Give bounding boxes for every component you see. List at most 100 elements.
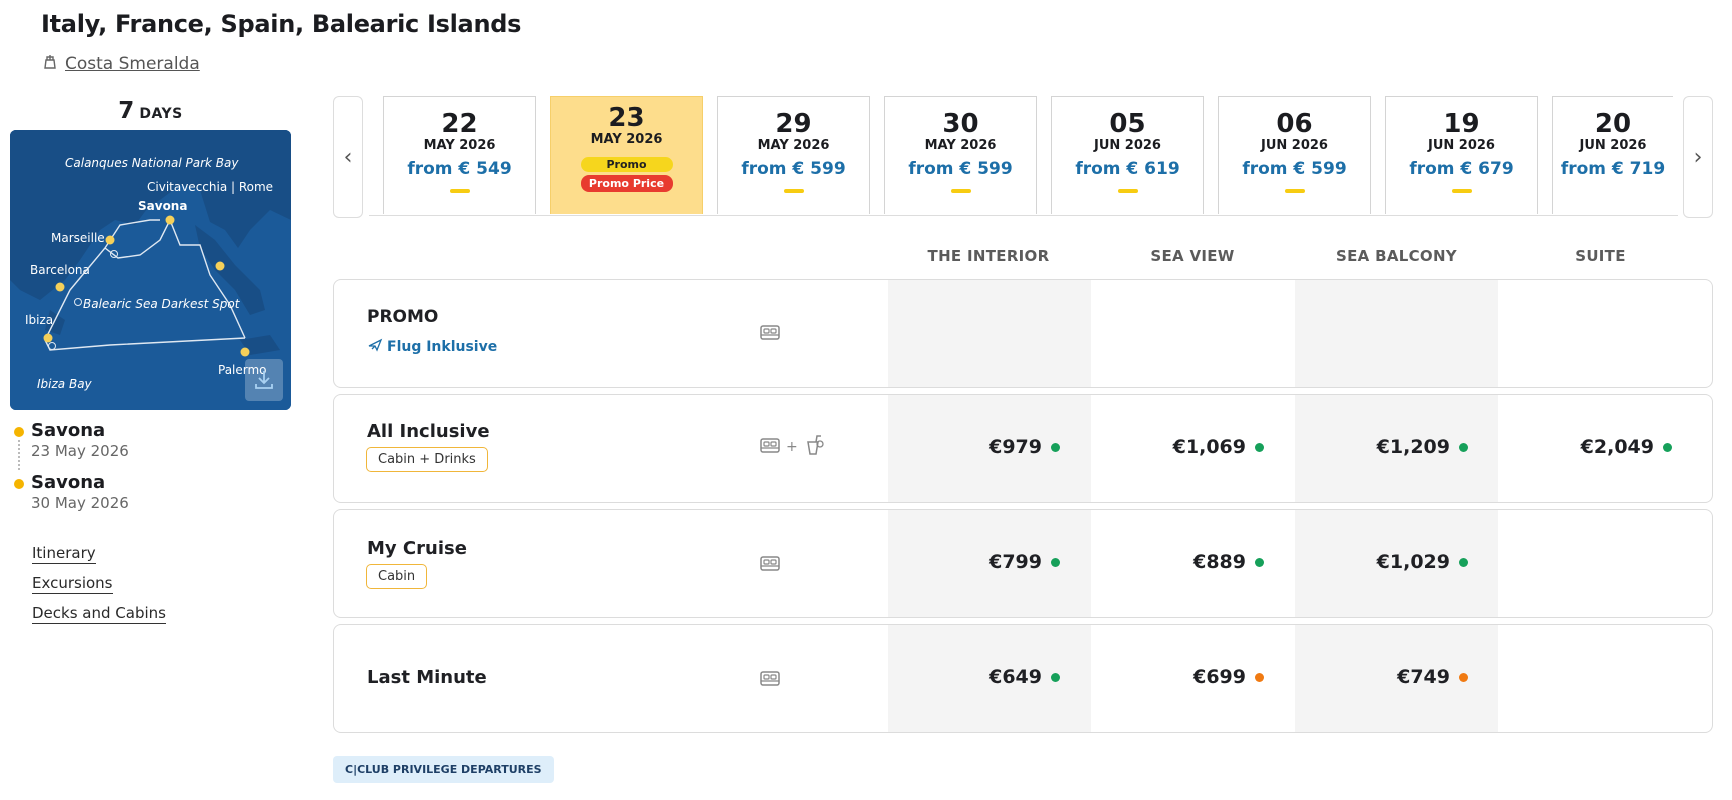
- price-sea-balcony[interactable]: €1,209: [1268, 436, 1468, 458]
- fare-row-my-cruise[interactable]: My Cruise Cabin €799 €889 €1,029: [333, 509, 1713, 618]
- date-card[interactable]: 22 MAY 2026 from € 549: [383, 96, 536, 214]
- availability-bar: [1284, 189, 1305, 193]
- price-interior[interactable]: €649: [860, 666, 1060, 688]
- ship-icon: [41, 52, 59, 75]
- date-from-price: from € 599: [741, 159, 846, 179]
- price-value: €1,209: [1376, 436, 1450, 458]
- embark-date: 23 May 2026: [31, 442, 129, 460]
- fare-name: All Inclusive: [367, 421, 490, 442]
- date-day: 20: [1594, 109, 1632, 139]
- price-value: €1,029: [1376, 551, 1450, 573]
- availability-dot: [1051, 672, 1060, 682]
- date-month: JUN 2026: [1579, 138, 1647, 153]
- price-value: €889: [1193, 551, 1246, 573]
- fare-name: Last Minute: [367, 667, 487, 688]
- disembark-stop: Savona 30 May 2026: [14, 472, 284, 524]
- date-card[interactable]: 30 MAY 2026 from € 599: [884, 96, 1037, 214]
- date-day: 29: [775, 109, 812, 139]
- date-from-price: from € 679: [1409, 159, 1514, 179]
- map-label-balearic: Balearic Sea Darkest Spot: [83, 297, 240, 311]
- map-label-barcelona: Barcelona: [30, 263, 90, 277]
- interior-shade: [888, 280, 1091, 387]
- embark-stop: Savona 23 May 2026: [14, 420, 284, 472]
- date-month: MAY 2026: [924, 138, 997, 153]
- price-value: €649: [989, 666, 1042, 688]
- availability-dot: [1255, 672, 1264, 682]
- availability-dot: [1459, 557, 1468, 567]
- promo-price-badge: Promo Price: [580, 175, 673, 192]
- price-sea-view[interactable]: €699: [1064, 666, 1264, 688]
- availability-bar: [449, 189, 470, 193]
- availability-bar: [783, 189, 804, 193]
- availability-dot: [1255, 557, 1264, 567]
- stop-dot: [14, 427, 24, 437]
- fare-row-all-inclusive[interactable]: All Inclusive Cabin + Drinks + €979 €1,0…: [333, 394, 1713, 503]
- excursions-link[interactable]: Excursions: [32, 574, 113, 594]
- date-day: 06: [1276, 109, 1313, 139]
- date-month: JUN 2026: [1428, 138, 1495, 153]
- date-day: 05: [1109, 109, 1146, 139]
- map-label-calanques: Calanques National Park Bay: [65, 156, 239, 170]
- page-title: Italy, France, Spain, Balearic Islands: [41, 10, 522, 38]
- price-interior[interactable]: €799: [860, 551, 1060, 573]
- col-interior: THE INTERIOR: [927, 247, 1050, 265]
- stop-dot: [14, 479, 24, 489]
- date-card[interactable]: 06 JUN 2026 from € 599: [1218, 96, 1371, 214]
- date-card[interactable]: 19 JUN 2026 from € 679: [1385, 96, 1538, 214]
- price-sea-view[interactable]: €889: [1064, 551, 1264, 573]
- embark-port: Savona: [31, 420, 106, 441]
- flight-included: Flug Inklusive: [367, 337, 497, 357]
- duration-unit: DAYS: [139, 106, 183, 122]
- cabin-icons: [758, 666, 782, 694]
- fare-name: PROMO: [367, 307, 439, 327]
- cruise-links: Itinerary Excursions Decks and Cabins: [32, 544, 166, 634]
- cabin-icons: [758, 320, 782, 348]
- price-value: €699: [1193, 666, 1246, 688]
- drinks-icon: [802, 433, 826, 461]
- map-label-ibiza: Ibiza: [25, 313, 54, 327]
- ship-link[interactable]: Costa Smeralda: [41, 52, 200, 75]
- carousel-baseline: [369, 215, 1678, 216]
- col-suite: SUITE: [1575, 247, 1626, 265]
- map-download-button[interactable]: [245, 359, 283, 401]
- balcony-shade: [1295, 280, 1498, 387]
- date-day: 19: [1443, 109, 1480, 139]
- price-value: €799: [989, 551, 1042, 573]
- bed-icon: [758, 433, 782, 461]
- availability-dot: [1459, 442, 1468, 452]
- itinerary-link[interactable]: Itinerary: [32, 544, 96, 564]
- price-sea-view[interactable]: €1,069: [1064, 436, 1264, 458]
- fare-row-promo[interactable]: PROMO Flug Inklusive: [333, 279, 1713, 388]
- price-sea-balcony[interactable]: €749: [1268, 666, 1468, 688]
- availability-dot: [1051, 442, 1060, 452]
- date-card[interactable]: 29 MAY 2026 from € 599: [717, 96, 870, 214]
- availability-bar: [1451, 189, 1472, 193]
- price-value: €749: [1397, 666, 1450, 688]
- download-icon: [255, 371, 273, 389]
- price-sea-balcony[interactable]: €1,029: [1268, 551, 1468, 573]
- itinerary-map[interactable]: Calanques National Park Bay Civitavecchi…: [10, 130, 291, 410]
- ship-name[interactable]: Costa Smeralda: [65, 54, 200, 74]
- bed-icon: [758, 666, 782, 694]
- availability-dot: [1663, 442, 1672, 452]
- price-suite[interactable]: €2,049: [1472, 436, 1672, 458]
- availability-dot: [1459, 672, 1468, 682]
- date-day: 22: [441, 109, 478, 139]
- date-card[interactable]: 05 JUN 2026 from € 619: [1051, 96, 1204, 214]
- price-interior[interactable]: €979: [860, 436, 1060, 458]
- flight-label: Flug Inklusive: [387, 339, 498, 355]
- date-card[interactable]: 20 JUN 2026 from € 719: [1552, 96, 1673, 214]
- availability-dot: [1051, 557, 1060, 567]
- date-card-selected[interactable]: 23 MAY 2026 Promo Promo Price: [550, 96, 703, 214]
- date-from-price: from € 619: [1075, 159, 1180, 179]
- date-from-price: from € 549: [407, 159, 512, 179]
- cabin-icons: +: [758, 433, 826, 461]
- col-sea-balcony: SEA BALCONY: [1336, 247, 1457, 265]
- decks-cabins-link[interactable]: Decks and Cabins: [32, 604, 166, 624]
- availability-bar: [950, 189, 971, 193]
- date-month: JUN 2026: [1094, 138, 1161, 153]
- cclub-badge: C|CLUB PRIVILEGE DEPARTURES: [333, 756, 554, 783]
- fare-row-last-minute[interactable]: Last Minute €649 €699 €749: [333, 624, 1713, 733]
- carousel-prev-button[interactable]: ‹: [333, 96, 363, 218]
- carousel-next-button[interactable]: ›: [1683, 96, 1713, 218]
